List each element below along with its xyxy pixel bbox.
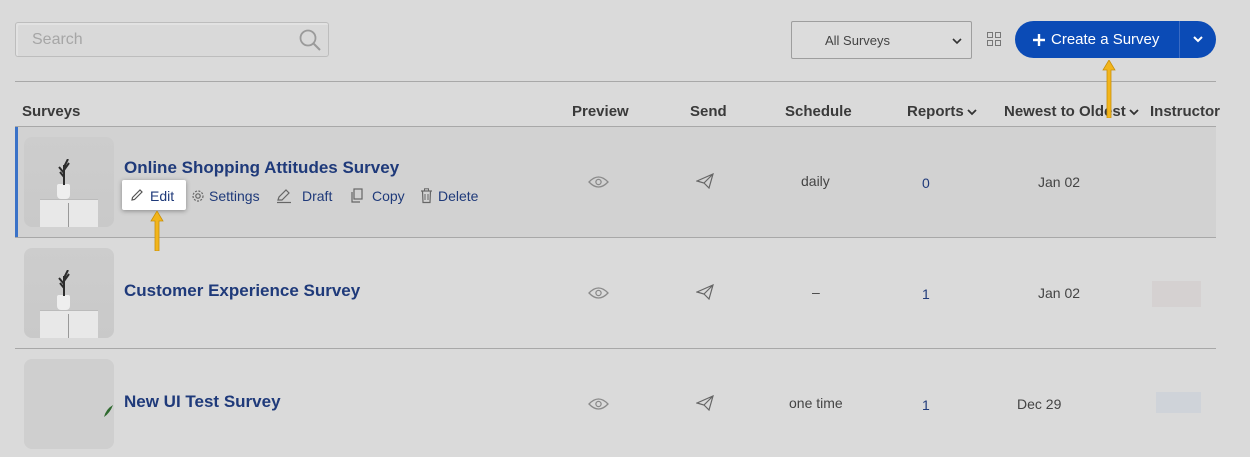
pencil-icon [131,189,143,201]
survey-thumbnail[interactable] [24,359,114,449]
chevron-down-icon [967,109,977,116]
survey-date: Dec 29 [1017,396,1062,412]
send-icon[interactable] [696,284,714,300]
schedule-value: one time [789,395,843,411]
draft-action-label: Draft [302,188,333,204]
copy-icon [351,188,363,203]
create-survey-label: Create a Survey [1051,31,1160,48]
plus-icon [1033,34,1045,46]
copy-action-label: Copy [372,188,405,204]
thumbnail-pot [57,184,70,199]
reports-count-link[interactable]: 1 [922,397,930,413]
draft-icon [277,189,291,204]
column-header-preview: Preview [572,103,629,120]
survey-filter-value: All Surveys [825,33,891,48]
thumbnail-cabinet [40,199,98,227]
settings-action[interactable]: Settings [191,188,261,206]
copy-action[interactable]: Copy [350,188,406,206]
create-survey-dropdown-toggle[interactable] [1180,21,1216,58]
delete-action[interactable]: Delete [420,188,482,206]
draft-action[interactable]: Draft [276,188,336,206]
chevron-down-icon [1193,36,1203,43]
column-header-surveys: Surveys [22,103,81,120]
thumbnail-cabinet-split [68,203,69,227]
delete-action-label: Delete [438,188,479,204]
thumbnail-cabinet-split [68,314,69,338]
eye-icon[interactable] [588,286,609,300]
survey-title-link[interactable]: New UI Test Survey [124,392,281,412]
instructor-avatar [1152,281,1201,307]
survey-title-link[interactable]: Customer Experience Survey [124,281,360,301]
survey-thumbnail[interactable] [24,137,114,227]
grid-view-icon[interactable] [987,32,1001,46]
create-survey-button[interactable]: Create a Survey [1015,21,1179,58]
survey-thumbnail[interactable] [24,248,114,338]
table-row[interactable] [15,127,1216,237]
reports-count-link[interactable]: 1 [922,286,930,302]
thumbnail-pot [57,295,70,310]
annotation-arrow-up-icon [150,211,164,251]
chevron-down-icon [952,38,962,45]
eye-icon[interactable] [588,175,609,189]
edit-action[interactable]: Edit [122,180,186,210]
search-box[interactable] [15,22,329,57]
survey-date: Jan 02 [1038,174,1081,190]
send-icon[interactable] [696,395,714,411]
search-input[interactable] [16,23,286,56]
send-icon[interactable] [696,173,714,189]
edit-action-label: Edit [150,188,175,204]
column-header-instructor: Instructor [1150,103,1221,120]
toolbar-divider [15,81,1216,82]
column-header-sort[interactable]: Newest to Oldest [1004,103,1139,120]
reports-header-label: Reports [907,103,964,120]
survey-filter-select[interactable]: All Surveys [791,21,972,59]
schedule-value: – [812,284,820,300]
plant-icon [58,270,70,296]
trash-icon [421,188,432,204]
annotation-arrow-up-icon [1102,60,1116,118]
thumbnail-cabinet [40,310,98,338]
plant-icon [58,159,70,185]
instructor-avatar [1156,392,1201,413]
schedule-value: daily [801,173,830,189]
column-header-schedule: Schedule [785,103,852,120]
gear-icon [192,190,204,202]
create-survey-button-group: Create a Survey [1015,21,1216,58]
reports-count-link[interactable]: 0 [922,175,930,191]
chevron-down-icon [1129,109,1139,116]
column-header-send: Send [690,103,727,120]
eye-icon[interactable] [588,397,609,411]
column-header-reports[interactable]: Reports [907,103,977,120]
active-row-indicator [15,127,18,237]
leaf-icon [104,405,113,417]
search-icon[interactable] [298,28,322,52]
survey-date: Jan 02 [1038,285,1081,301]
survey-title-link[interactable]: Online Shopping Attitudes Survey [124,158,399,178]
settings-action-label: Settings [209,188,260,204]
